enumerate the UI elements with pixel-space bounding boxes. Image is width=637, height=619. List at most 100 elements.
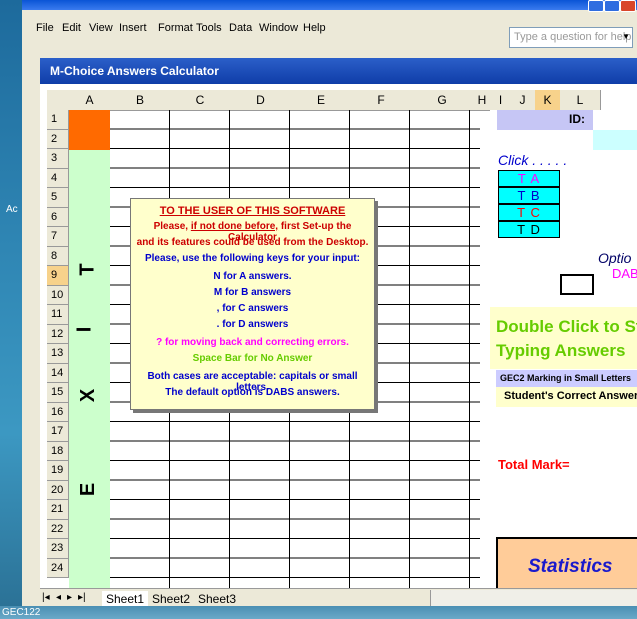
column-header-h[interactable]: H: [473, 90, 492, 111]
column-header-l[interactable]: L: [560, 90, 601, 111]
row-header-2[interactable]: 2: [47, 129, 69, 149]
prev-sheet-icon[interactable]: ◂: [56, 592, 61, 603]
row-header-13[interactable]: 13: [47, 344, 69, 364]
row-header-17[interactable]: 17: [47, 422, 69, 442]
row-header-16[interactable]: 16: [47, 402, 69, 422]
tab-sheet3[interactable]: Sheet3: [194, 591, 240, 607]
tb-button[interactable]: T B: [498, 187, 560, 204]
menu-bar: File Edit View Insert Format Tools Data …: [22, 12, 637, 48]
click-label: Click . . . . .: [498, 152, 568, 168]
double-click-text: Double Click to St: [496, 317, 637, 336]
column-a-green[interactable]: [69, 150, 110, 588]
column-header-c[interactable]: C: [170, 90, 231, 111]
id-label: ID:: [569, 112, 585, 126]
minimize-button[interactable]: [588, 0, 604, 12]
row-header-14[interactable]: 14: [47, 363, 69, 383]
instructions-box: TO THE USER OF THIS SOFTWARE Please, if …: [130, 198, 375, 410]
ta-button[interactable]: T A: [498, 170, 560, 187]
column-header-k[interactable]: K: [535, 90, 561, 111]
vertical-letter-x: X: [77, 388, 100, 403]
notice-line3: Please, use the following keys for your …: [144, 253, 361, 264]
row-header-4[interactable]: 4: [47, 168, 69, 188]
row-header-8[interactable]: 8: [47, 246, 69, 266]
chevron-down-icon[interactable]: ▼: [622, 32, 630, 41]
student-answer-label: Student's Correct Answer: [504, 390, 637, 402]
maximize-button[interactable]: [604, 0, 620, 12]
option-checkbox[interactable]: [560, 274, 594, 295]
vertical-letter-t: T: [76, 263, 99, 276]
row-header-19[interactable]: 19: [47, 461, 69, 481]
row-header-1[interactable]: 1: [47, 110, 69, 130]
first-sheet-icon[interactable]: |◂: [42, 592, 50, 603]
row-header-9[interactable]: 9: [47, 266, 69, 286]
option-label: Optio: [598, 250, 632, 266]
row-header-18[interactable]: 18: [47, 441, 69, 461]
close-button[interactable]: [620, 0, 636, 12]
menu-view[interactable]: View: [89, 22, 113, 34]
vertical-letter-i: I: [73, 326, 96, 333]
student-answer-cell: Student's Correct Answer: [496, 387, 637, 407]
question-placeholder: Type a question for help: [514, 31, 632, 43]
row-header-11[interactable]: 11: [47, 305, 69, 325]
total-mark-label: Total Mark=: [498, 457, 570, 472]
menu-tools[interactable]: Tools: [196, 22, 222, 34]
row-header-12[interactable]: 12: [47, 324, 69, 344]
notice-line9: Space Bar for No Answer: [192, 353, 313, 364]
column-header-i[interactable]: I: [491, 90, 511, 111]
row-header-23[interactable]: 23: [47, 539, 69, 559]
column-header-f[interactable]: F: [351, 90, 412, 111]
taskbar-label: GEC122: [2, 607, 41, 618]
row-header-24[interactable]: 24: [47, 558, 69, 578]
row-header-20[interactable]: 20: [47, 480, 69, 500]
column-header-b[interactable]: B: [110, 90, 171, 111]
column-header-j[interactable]: J: [510, 90, 536, 111]
menu-edit[interactable]: Edit: [62, 22, 81, 34]
notice-line1-pre: Please,: [153, 221, 191, 232]
tab-sheet1[interactable]: Sheet1: [102, 591, 149, 607]
cell-a1-orange[interactable]: [69, 110, 110, 150]
last-sheet-icon[interactable]: ▸|: [78, 592, 86, 603]
question-input[interactable]: Type a question for help ▼: [509, 27, 633, 48]
tc-button[interactable]: T C: [498, 204, 560, 221]
column-header-g[interactable]: G: [411, 90, 474, 111]
menu-help[interactable]: Help: [303, 22, 326, 34]
row-header-3[interactable]: 3: [47, 149, 69, 169]
td-button[interactable]: T D: [498, 221, 560, 238]
row-header-10[interactable]: 10: [47, 285, 69, 305]
menu-insert[interactable]: Insert: [119, 22, 147, 34]
row-header-15[interactable]: 15: [47, 383, 69, 403]
row-header-5[interactable]: 5: [47, 188, 69, 208]
row-header-21[interactable]: 21: [47, 500, 69, 520]
id-cell[interactable]: ID:: [497, 110, 593, 130]
gec-label-cell: GEC2 Marking in Small Letters: [496, 370, 637, 387]
notice-line11: The default option is DABS answers.: [165, 387, 340, 398]
row-header-6[interactable]: 6: [47, 207, 69, 227]
row-header-7[interactable]: 7: [47, 227, 69, 247]
horizontal-scrollbar[interactable]: [430, 590, 637, 606]
column-header-d[interactable]: D: [230, 90, 292, 111]
statistics-label: Statistics: [528, 556, 613, 577]
row-header-22[interactable]: 22: [47, 519, 69, 539]
menu-format[interactable]: Format: [158, 22, 193, 34]
menu-data[interactable]: Data: [229, 22, 252, 34]
workbook-title-bar: M-Choice Answers Calculator: [40, 58, 637, 84]
statistics-button[interactable]: Statistics: [496, 537, 637, 593]
notice-line6: , for C answers: [216, 303, 289, 314]
notice-line5: M for B answers: [213, 287, 292, 298]
desktop-label: Ac: [6, 204, 18, 215]
notice-line7: . for D answers: [216, 319, 289, 330]
select-all-corner[interactable]: [47, 90, 70, 111]
taskbar: GEC122: [0, 606, 637, 619]
tab-sheet2[interactable]: Sheet2: [148, 591, 194, 607]
column-header-a[interactable]: A: [69, 90, 111, 111]
typing-answers-text: Typing Answers: [496, 341, 626, 360]
next-sheet-icon[interactable]: ▸: [67, 592, 72, 603]
vertical-letter-e: E: [77, 482, 100, 497]
dabs-label: DABS: [612, 266, 637, 281]
menu-window[interactable]: Window: [259, 22, 298, 34]
menu-file[interactable]: File: [36, 22, 54, 34]
double-click-area[interactable]: Double Click to St Typing Answers: [490, 307, 637, 369]
notice-heading: TO THE USER OF THIS SOFTWARE: [159, 205, 346, 217]
id-value-cell[interactable]: [593, 130, 637, 150]
column-header-e[interactable]: E: [291, 90, 352, 111]
